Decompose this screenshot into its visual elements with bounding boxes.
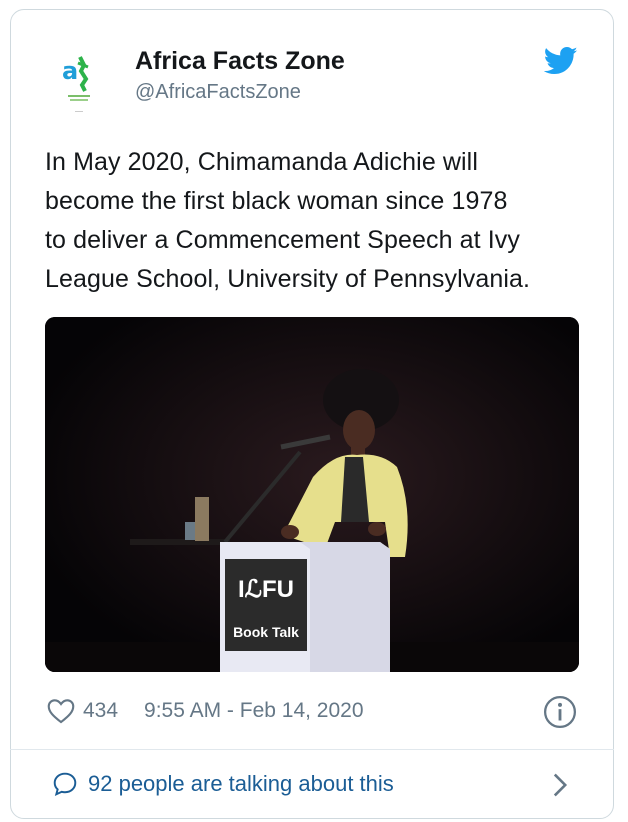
author-handle[interactable]: @AfricaFactsZone (135, 78, 345, 106)
tweet-meta: 434 9:55 AM - Feb 14, 2020 (47, 695, 364, 727)
tweet-line: In May 2020, Chimamanda Adichie will (45, 148, 478, 176)
heart-icon[interactable] (47, 698, 75, 724)
tweet-line: League School, University of Pennsylvani… (45, 265, 531, 293)
talking-link[interactable]: 92 people are talking about this (52, 771, 394, 797)
speech-bubble-icon (53, 772, 77, 797)
avatar[interactable]: a (48, 45, 110, 121)
podium-logo: IℒFU (238, 576, 294, 603)
talking-label[interactable]: 92 people are talking about this (88, 771, 394, 797)
timestamp[interactable]: 9:55 AM - Feb 14, 2020 (144, 699, 363, 723)
like-count[interactable]: 434 (83, 699, 118, 723)
tweet-text: In May 2020, Chimamanda Adichie will bec… (45, 143, 585, 299)
divider (10, 749, 614, 750)
africa-facts-zone-logo-icon: a (62, 56, 90, 112)
podium-label: Book Talk (233, 624, 299, 640)
tweet-line: become the first black woman since 1978 (45, 187, 508, 215)
glass (185, 522, 195, 540)
twitter-bird-icon[interactable] (544, 46, 578, 76)
tweet-line: to deliver a Commencement Speech at Ivy (45, 226, 520, 254)
side-table (130, 539, 230, 545)
chevron-right-icon[interactable] (549, 772, 571, 798)
author-name[interactable]: Africa Facts Zone (135, 45, 345, 77)
info-icon[interactable] (543, 695, 577, 729)
svg-text:a: a (62, 57, 78, 85)
tweet-photo[interactable]: IℒFU Book Talk (45, 317, 579, 672)
author-block[interactable]: Africa Facts Zone @AfricaFactsZone (135, 45, 345, 106)
book-stand (195, 497, 209, 541)
